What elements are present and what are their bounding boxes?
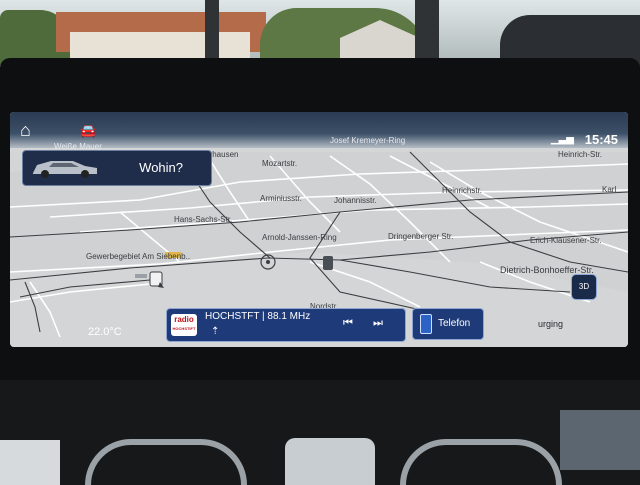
clock-time: 15:45 bbox=[584, 132, 618, 147]
signal-icon: ▁▃▅ bbox=[550, 134, 574, 145]
status-bar: ⌂ 🚘 ▁▃▅ 15:45 bbox=[10, 112, 628, 148]
climate-label[interactable]: urging bbox=[538, 319, 563, 329]
map-view-3d-button[interactable]: 3D bbox=[571, 274, 597, 300]
home-icon[interactable]: ⌂ bbox=[20, 121, 31, 139]
street-label: Arnold-Janssen-Ring bbox=[262, 233, 337, 242]
street-label: Dringenberger Str. bbox=[388, 232, 454, 241]
air-vent-right bbox=[400, 439, 562, 485]
infotainment-screen: ⌂ 🚘 ▁▃▅ 15:45 Weiße Mauer Josef Kremeyer… bbox=[10, 112, 628, 347]
street-label: Hans-Sachs-Str. bbox=[174, 215, 233, 224]
radio-logo-subtext: HOCHSTIFT bbox=[172, 326, 196, 331]
street-label: Karl bbox=[602, 185, 617, 194]
car-icon[interactable]: 🚘 bbox=[80, 122, 96, 140]
radio-widget[interactable]: radio HOCHSTIFT HOCHSTFT | 88.1 MHz ⇡ ⏮ … bbox=[166, 308, 406, 342]
air-vent-left bbox=[85, 439, 247, 485]
street-label: Josef Kremeyer-Ring bbox=[330, 136, 406, 145]
temperature-readout[interactable]: 22.0°C bbox=[88, 326, 122, 338]
skip-previous-icon[interactable]: ⏮ bbox=[343, 317, 353, 330]
phone-icon bbox=[420, 314, 432, 334]
street-label: Heinrichstr. bbox=[442, 186, 483, 195]
photo-scene: ⌂ 🚘 ▁▃▅ 15:45 Weiße Mauer Josef Kremeyer… bbox=[0, 0, 640, 485]
dashboard-trim bbox=[560, 410, 640, 470]
destination-button[interactable]: Wohin? bbox=[22, 150, 212, 186]
radio-station-label: HOCHSTFT | 88.1 MHz bbox=[205, 311, 311, 322]
phone-widget[interactable]: Telefon bbox=[412, 308, 484, 340]
street-label: Johannisstr. bbox=[334, 196, 377, 205]
radio-logo-text: radio bbox=[174, 315, 194, 324]
phone-label: Telefon bbox=[438, 318, 471, 329]
destination-button-label: Wohin? bbox=[139, 160, 183, 175]
radio-station-logo: radio HOCHSTIFT bbox=[171, 314, 197, 336]
street-label: Mozartstr. bbox=[262, 159, 298, 168]
skip-next-icon[interactable]: ⏭ bbox=[373, 317, 383, 330]
traffic-car-marker bbox=[323, 256, 333, 270]
street-label: Arminiusstr. bbox=[260, 194, 302, 203]
dashboard-trim bbox=[0, 440, 60, 485]
car-image bbox=[33, 161, 97, 178]
antenna-icon: ⇡ bbox=[211, 326, 220, 337]
street-label: thausen bbox=[210, 150, 239, 159]
street-label: Erich-Klausener-Str. bbox=[530, 236, 602, 245]
street-label: Gewerbegebiet Am Siebenb.. bbox=[86, 252, 191, 261]
street-label: Heinrich-Str. bbox=[558, 150, 603, 159]
air-vent-center bbox=[285, 438, 375, 485]
